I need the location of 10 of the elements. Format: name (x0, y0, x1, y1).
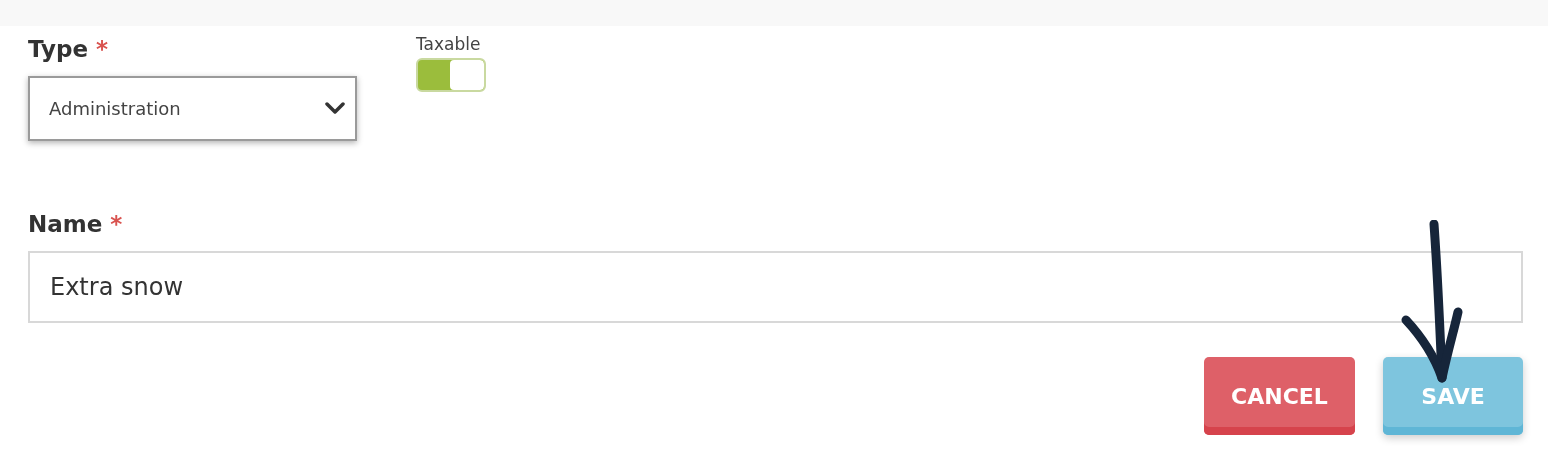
required-asterisk: * (96, 36, 109, 62)
required-asterisk: * (110, 211, 123, 237)
toggle-switch[interactable] (416, 58, 486, 92)
toggle-label: Taxable (416, 34, 482, 54)
cancel-button[interactable]: CANCEL (1204, 357, 1355, 435)
name-input[interactable]: Extra snow (28, 251, 1523, 323)
type-dropdown[interactable]: Administration (28, 76, 357, 141)
field-label: Name (28, 211, 103, 237)
field-label: Type (28, 36, 88, 62)
chevron-down-icon (325, 102, 345, 115)
